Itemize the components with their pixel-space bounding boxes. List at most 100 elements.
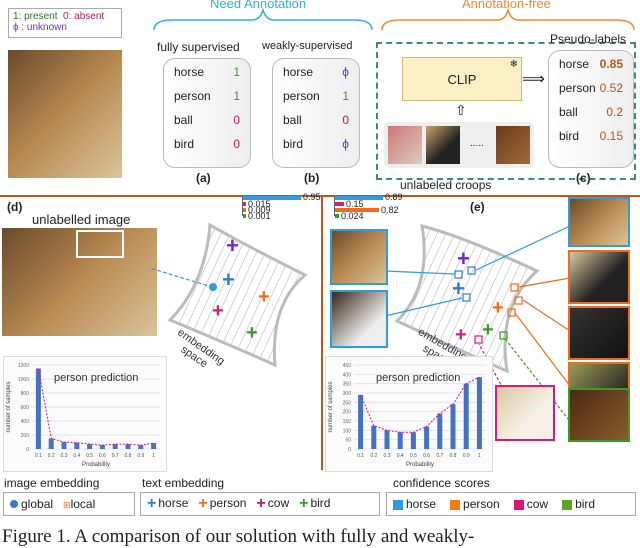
legend-text-cow: + cow [256,495,289,513]
x-tick-label: 0.7 [112,453,119,459]
label-value: 0.2 [606,105,623,119]
bar [112,444,118,449]
plus-icon-cow: + [212,300,224,322]
svg-text:+: + [482,319,494,341]
label-value: 0.52 [599,81,623,95]
label-row: bird 0.15 [559,129,623,143]
x-tick-label: 0.6 [423,453,430,459]
need-annotation-brace [153,8,373,31]
y-tick-label: 450 [343,363,352,369]
label-row: horse ϕ [283,65,349,79]
label-name: horse [283,65,314,79]
x-tick-label: 0.8 [450,453,457,459]
label-value: ϕ [342,137,349,151]
label-row: person 1 [174,89,240,103]
text-embedding-title: text embedding [142,476,225,490]
square-icon [513,499,524,510]
legend-global-label: global [21,497,54,511]
panel-a-label: (a) [196,171,211,185]
square-icon [450,499,461,510]
fully-supervised-labels: horse 1 person 1 ball 0 bird 0 [163,58,251,168]
panel-c-label: (c) [576,171,591,185]
local-crop-box [76,230,124,258]
plus-icon-bird: + [246,322,258,344]
bar [410,432,416,449]
label-value: ϕ [342,65,349,79]
weakly-supervised-title: weakly-supervised [262,40,353,52]
person-prediction-chart-e: 0 50 100 150 200 250 300 350 400 450 0.1 0.2 0.3 0.4 0… [325,356,493,472]
x-tick-label: 1 [152,453,155,459]
legend-text-bird: + bird [299,495,330,513]
plus-icon-cow: + [226,233,239,258]
y-tick-label: 350 [343,382,352,388]
x-tick-label: 0.1 [35,453,42,459]
annotation-free-brace [381,8,635,31]
confidence-bars-d: 0.95 0.015 0.009 0.001 [242,192,323,221]
person-prediction-chart-d: 0 200 400 600 800 1000 1200 0.1 0.2 0.3 0.4 0.5 0.6 0… [3,356,167,472]
bar [424,426,430,449]
bar [74,442,80,449]
label-name: bird [174,137,195,151]
plus-icon: + [198,495,208,512]
label-value: 0 [342,113,349,127]
annotation-legend: 1: present 0: absent ϕ : unknown [8,8,122,38]
y-tick-label: 800 [21,391,30,397]
weakly-supervised-labels: horse ϕ person 1 ball 0 bird ϕ [272,58,360,168]
bar [125,444,131,449]
text-embedding-legend: + horse + person + cow + bird [140,492,380,516]
x-tick-label: 0.9 [137,453,144,459]
clip-model-box: CLIP ❄ [402,57,522,101]
crop-image [388,126,422,164]
legend-label: cow [267,496,290,511]
label-name: person [174,89,211,103]
plus-icon-person: + [258,286,270,308]
label-row: ball 0 [283,113,349,127]
plus-icon: + [256,495,266,512]
legend-label: horse [158,496,189,511]
pseudo-labels-box: horse 0.85 person 0.52 ball 0.2 bird 0.15 [548,50,634,168]
legend-text-horse: + horse [147,495,188,513]
bar [48,438,54,449]
x-tick-label: 1 [478,453,481,459]
legend-local-label: local [70,497,96,511]
label-row: person 0.52 [559,81,623,95]
x-tick-label: 0.5 [410,453,417,459]
label-row: bird 0 [174,137,240,151]
label-name: person [283,89,320,103]
label-name: horse [559,57,590,71]
double-arrow-icon: ⟹ [522,71,545,88]
crop-image [426,126,460,164]
y-tick-label: 400 [21,419,30,425]
confidence-legend: horse person cow bird [386,492,636,516]
bar [437,413,443,449]
y-tick-label: 1000 [18,377,29,383]
y-tick-label: 0 [348,447,351,453]
plus-icon-horse: + [222,267,235,292]
legend-conf-person: person [450,497,500,511]
chart-title: person prediction [376,372,460,384]
label-row: horse 1 [174,65,240,79]
crop-horse-1 [330,229,388,285]
bar [99,445,105,449]
legend-label: bird [310,496,331,511]
x-tick-label: 0.1 [357,453,364,459]
crop-person-2 [568,306,630,360]
label-value: 0 [233,137,240,151]
label-name: ball [559,105,578,119]
global-dot-icon [10,500,18,508]
confidence-scores-title: confidence scores [393,476,490,490]
y-tick-label: 600 [21,405,30,411]
global-embedding-dot [209,283,217,291]
label-row: horse 0.85 [559,57,623,71]
x-tick-label: 0.3 [61,453,68,459]
y-tick-label: 150 [343,419,352,425]
fully-supervised-title: fully supervised [157,40,240,54]
bar [450,404,456,449]
image-embedding-legend: global ⊞local [3,492,135,516]
unlabelled-image-title: unlabelled image [32,212,131,227]
x-tick-label: 0.6 [99,453,106,459]
y-tick-label: 1200 [18,363,29,369]
bar [61,442,67,449]
y-tick-label: 0 [26,447,29,453]
legend-unknown: ϕ : unknown [13,22,67,33]
